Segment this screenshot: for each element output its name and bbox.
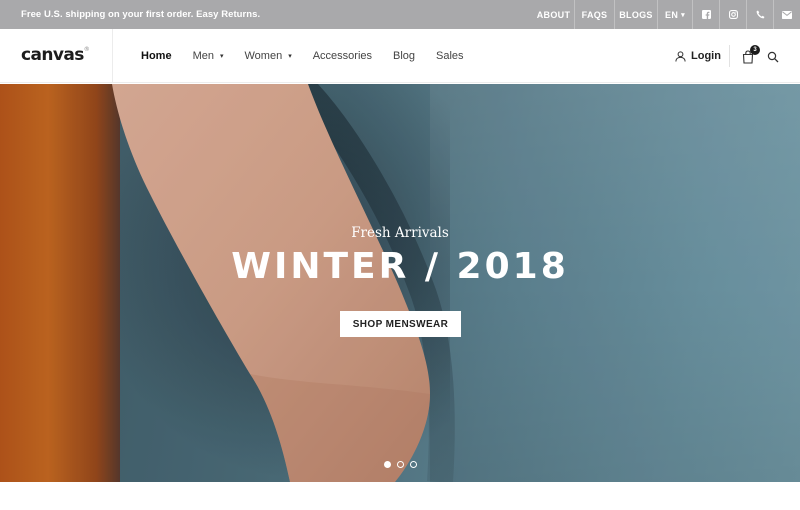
about-link[interactable]: ABOUT [533,0,574,29]
chevron-down-icon: ▾ [681,11,685,19]
chevron-down-icon: ▾ [288,53,292,60]
nav-item-home[interactable]: Home [141,50,172,62]
language-selector[interactable]: EN ▾ [657,0,692,29]
logo-text: canvas [21,45,84,65]
shop-menswear-button[interactable]: SHOP MENSWEAR [340,311,461,337]
nav-item-sales[interactable]: Sales [436,50,464,62]
registered-mark: ® [83,46,90,53]
hero-subtitle: Fresh Arrivals [351,225,449,241]
login-button[interactable]: Login [675,29,721,83]
nav-item-label: Accessories [312,50,372,62]
search-icon[interactable] [767,51,779,63]
instagram-link[interactable] [719,0,746,29]
facebook-icon [701,10,711,19]
chevron-down-icon: ▾ [219,53,224,60]
user-icon [675,50,686,62]
header-divider [112,29,113,83]
blogs-link[interactable]: BLOGS [614,0,657,29]
slider-dot-1[interactable] [383,461,391,468]
phone-icon [756,10,764,19]
instagram-icon [728,10,738,19]
nav-item-men[interactable]: Men ▾ [193,50,224,62]
slider-dot-2[interactable] [396,461,404,468]
phone-link[interactable] [746,0,773,29]
nav-item-label: Sales [436,50,464,62]
email-link[interactable] [773,0,800,29]
promo-text: Free U.S. shipping on your first order. … [21,9,261,20]
hero-slider: Fresh Arrivals WINTER / 2018 SHOP MENSWE… [0,84,800,482]
main-nav: Home Men ▾ Women ▾ Accessories Blog Sale… [141,29,485,83]
login-label: Login [691,50,721,62]
header-divider [729,45,730,67]
logo[interactable]: canvas® [21,45,90,65]
nav-item-label: Men [192,50,214,62]
nav-item-label: Women [244,50,283,62]
language-label: EN [665,9,679,20]
cart-count-badge: 3 [750,45,760,55]
nav-item-blog[interactable]: Blog [393,50,415,62]
nav-item-accessories[interactable]: Accessories [313,50,372,62]
envelope-icon [782,10,792,19]
site-header: canvas® Home Men ▾ Women ▾ Accessories B… [0,29,800,83]
slider-dot-3[interactable] [409,461,417,468]
top-bar: Free U.S. shipping on your first order. … [0,0,800,29]
slider-pagination [0,461,800,468]
nav-item-women[interactable]: Women ▾ [244,50,291,62]
hero-title: WINTER / 2018 [231,246,569,287]
faqs-link[interactable]: FAQS [574,0,614,29]
top-links: ABOUT FAQS BLOGS EN ▾ [533,0,800,29]
facebook-link[interactable] [692,0,719,29]
nav-item-label: Home [141,50,172,62]
nav-item-label: Blog [393,50,416,62]
